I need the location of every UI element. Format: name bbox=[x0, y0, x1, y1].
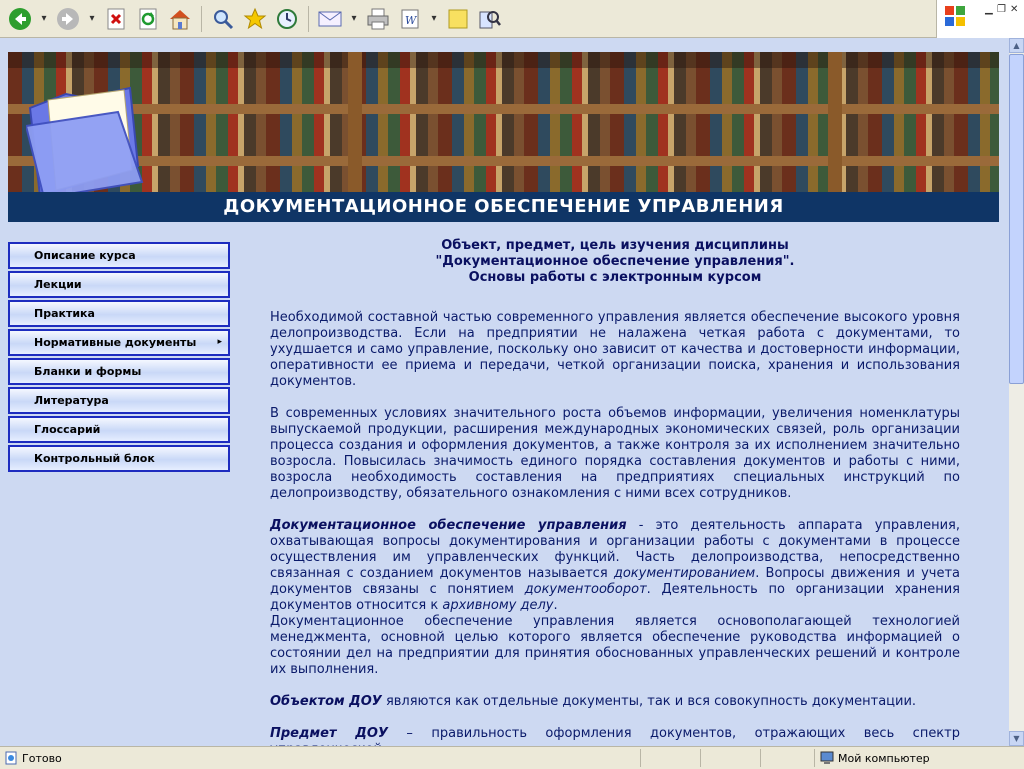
term: Предмет ДОУ bbox=[270, 726, 388, 741]
term: архивному делу bbox=[442, 598, 554, 613]
status-zone: Мой компьютер bbox=[820, 751, 930, 765]
paragraph-object: Объектом ДОУ являются как отдельные доку… bbox=[270, 694, 960, 710]
sidebar-item-label: Практика bbox=[34, 307, 95, 320]
submenu-arrow-icon: ▸ bbox=[217, 337, 222, 347]
term: документооборот bbox=[524, 582, 647, 597]
print-icon[interactable] bbox=[364, 5, 392, 33]
paragraph: Необходимой составной частью современног… bbox=[270, 310, 960, 389]
restore-icon[interactable]: ❐ bbox=[997, 4, 1006, 15]
status-divider bbox=[700, 749, 701, 767]
sidebar-item-label: Бланки и формы bbox=[34, 365, 142, 378]
windows-logo-panel: ▁ ❐ ✕ bbox=[936, 0, 1024, 38]
heading-line: Основы работы с электронным курсом bbox=[468, 270, 762, 285]
computer-icon bbox=[820, 751, 834, 764]
sidebar-item-label: Описание курса bbox=[34, 249, 136, 262]
sidebar-item-label: Лекции bbox=[34, 278, 82, 291]
content-heading: Объект, предмет, цель изучения дисциплин… bbox=[270, 238, 960, 286]
sidebar-item-label: Глоссарий bbox=[34, 423, 101, 436]
heading-line: Объект, предмет, цель изучения дисциплин… bbox=[441, 238, 789, 253]
paragraph: В современных условиях значительного рос… bbox=[270, 406, 960, 501]
mail-dropdown-icon[interactable]: ▾ bbox=[348, 5, 360, 33]
note-icon[interactable] bbox=[444, 5, 472, 33]
minimize-icon[interactable]: ▁ bbox=[985, 4, 993, 15]
sidebar-item-label: Литература bbox=[34, 394, 109, 407]
sidebar-item-practice[interactable]: Практика bbox=[8, 300, 230, 327]
bookshelf-banner bbox=[8, 52, 999, 192]
term: документированием bbox=[613, 566, 756, 581]
search-icon[interactable] bbox=[209, 5, 237, 33]
forward-icon[interactable] bbox=[54, 5, 82, 33]
paragraph-subject: Предмет ДОУ – правильность оформления до… bbox=[270, 726, 960, 746]
sidebar-item-label: Нормативные документы bbox=[34, 336, 197, 349]
scroll-thumb[interactable] bbox=[1009, 54, 1024, 384]
page-viewport: ДОКУМЕНТАЦИОННОЕ ОБЕСПЕЧЕНИЕ УПРАВЛЕНИЯ … bbox=[0, 38, 1009, 746]
scroll-up-icon[interactable]: ▲ bbox=[1009, 38, 1024, 53]
status-text: Готово bbox=[22, 751, 62, 765]
research-icon[interactable] bbox=[476, 5, 504, 33]
favorites-icon[interactable] bbox=[241, 5, 269, 33]
sidebar-item-lectures[interactable]: Лекции bbox=[8, 271, 230, 298]
refresh-icon[interactable] bbox=[134, 5, 162, 33]
sidebar-item-literature[interactable]: Литература bbox=[8, 387, 230, 414]
text: . bbox=[553, 598, 558, 613]
term: Документационное обеспечение управления bbox=[270, 518, 627, 533]
scroll-down-icon[interactable]: ▼ bbox=[1009, 731, 1024, 746]
page-title: ДОКУМЕНТАЦИОННОЕ ОБЕСПЕЧЕНИЕ УПРАВЛЕНИЯ bbox=[8, 192, 999, 222]
sidebar-item-forms[interactable]: Бланки и формы bbox=[8, 358, 230, 385]
word-icon[interactable]: W bbox=[396, 5, 424, 33]
sidebar-item-course-description[interactable]: Описание курса bbox=[8, 242, 230, 269]
stop-icon[interactable] bbox=[102, 5, 130, 33]
status-divider bbox=[814, 749, 815, 767]
text: являются как отдельные документы, так и … bbox=[381, 694, 917, 709]
folder-icon bbox=[26, 86, 144, 192]
svg-text:W: W bbox=[405, 14, 418, 27]
paragraph: Документационное обеспечение управления … bbox=[270, 614, 960, 677]
toolbar-separator bbox=[201, 5, 202, 32]
status-divider bbox=[760, 749, 761, 767]
windows-flag-icon bbox=[945, 6, 965, 26]
vertical-scrollbar[interactable]: ▲ ▼ bbox=[1009, 38, 1024, 746]
status-left: Готово bbox=[4, 751, 62, 765]
back-icon[interactable] bbox=[6, 5, 34, 33]
forward-dropdown-icon[interactable]: ▾ bbox=[86, 5, 98, 33]
main-content: Объект, предмет, цель изучения дисциплин… bbox=[270, 238, 960, 746]
toolbar-separator bbox=[308, 5, 309, 32]
term: Объектом ДОУ bbox=[270, 694, 382, 709]
zone-text: Мой компьютер bbox=[838, 751, 930, 765]
sidebar-item-normative-documents[interactable]: Нормативные документы ▸ bbox=[8, 329, 230, 356]
status-bar: Готово Мой компьютер bbox=[0, 746, 1024, 769]
browser-toolbar: ▾ ▾ ▾ W ▾ bbox=[0, 0, 936, 38]
close-icon[interactable]: ✕ bbox=[1010, 4, 1018, 15]
sidebar-item-label: Контрольный блок bbox=[34, 452, 155, 465]
history-icon[interactable] bbox=[273, 5, 301, 33]
page-icon bbox=[5, 751, 17, 765]
word-dropdown-icon[interactable]: ▾ bbox=[428, 5, 440, 33]
paragraph-definition: Документационное обеспечение управления … bbox=[270, 518, 960, 614]
mail-icon[interactable] bbox=[316, 5, 344, 33]
back-dropdown-icon[interactable]: ▾ bbox=[38, 5, 50, 33]
sidebar-item-glossary[interactable]: Глоссарий bbox=[8, 416, 230, 443]
status-divider bbox=[640, 749, 641, 767]
sidebar-item-control-block[interactable]: Контрольный блок bbox=[8, 445, 230, 472]
sidebar-menu: Описание курса Лекции Практика Нормативн… bbox=[8, 242, 230, 474]
heading-line: "Документационное обеспечение управления… bbox=[435, 254, 795, 269]
home-icon[interactable] bbox=[166, 5, 194, 33]
